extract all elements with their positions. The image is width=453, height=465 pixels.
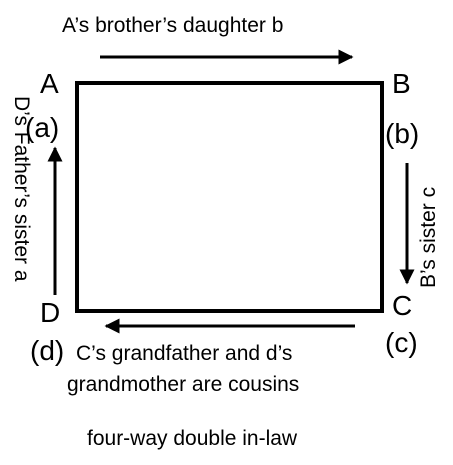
corner-c-letter: C — [392, 290, 413, 321]
bottom-edge-label-line2: grandmother are cousins — [67, 373, 300, 396]
left-edge-label: D’s Father’s sister a — [10, 96, 33, 282]
diagram-caption: four-way double in-law — [87, 427, 298, 450]
corner-b-label: (b) — [385, 118, 420, 149]
diagram-canvas: A B C D (a) (b) (c) (d) A’s brother’s da… — [0, 0, 453, 465]
corner-d-label: (d) — [30, 335, 65, 366]
corner-a-letter: A — [40, 68, 59, 99]
right-edge-label: B’s sister c — [417, 186, 440, 288]
corner-b-letter: B — [392, 68, 411, 99]
corner-d-letter: D — [40, 297, 61, 328]
top-edge-label: A’s brother’s daughter b — [62, 14, 284, 37]
relationship-square — [75, 81, 384, 313]
bottom-edge-label-line1: C’s grandfather and d’s — [76, 342, 293, 365]
corner-c-label: (c) — [385, 327, 418, 358]
